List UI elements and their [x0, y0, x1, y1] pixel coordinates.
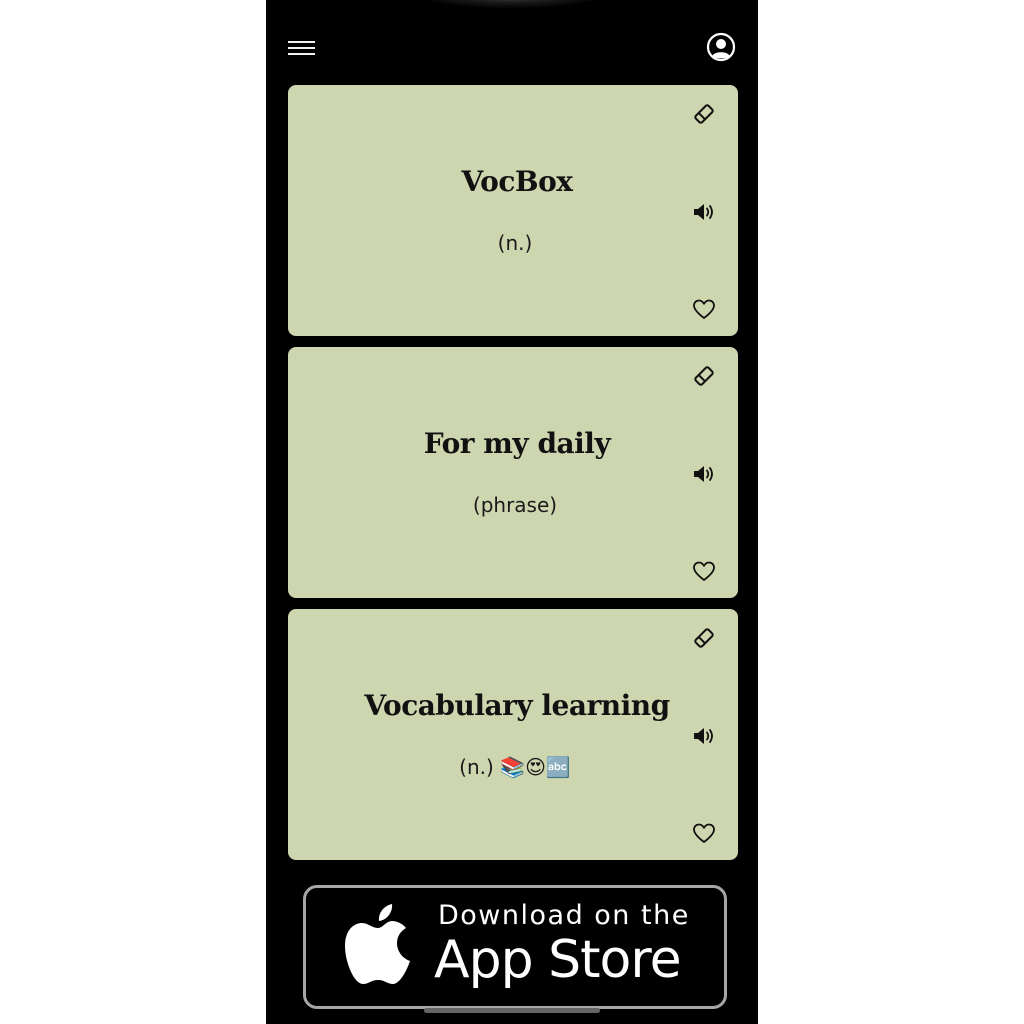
speaker-icon [694, 204, 713, 220]
camera-notch [416, 0, 606, 8]
card-title: Vocabulary learning [364, 689, 670, 722]
heart-icon [693, 299, 715, 319]
card-part-of-speech: (phrase) [472, 493, 558, 517]
eraser-icon [694, 104, 714, 124]
heart-icon [693, 823, 715, 843]
favorite-button[interactable] [691, 820, 717, 846]
home-indicator [424, 1008, 600, 1013]
app-store-line1: Download on the [438, 900, 690, 931]
speaker-icon [694, 728, 713, 744]
word-card[interactable]: For my daily (phrase) [288, 347, 738, 598]
menu-button[interactable] [286, 33, 318, 61]
pronounce-button[interactable] [691, 461, 717, 487]
card-title: For my daily [423, 427, 611, 460]
card-part-of-speech: (n.) [497, 231, 533, 255]
menu-line [288, 53, 315, 55]
apple-logo-icon [345, 904, 410, 984]
eraser-icon [694, 366, 714, 386]
edit-button[interactable] [691, 363, 717, 389]
eraser-icon [694, 628, 714, 648]
favorite-button[interactable] [691, 558, 717, 584]
speaker-icon [694, 466, 713, 482]
favorite-button[interactable] [691, 296, 717, 322]
word-card[interactable]: VocBox (n.) [288, 85, 738, 336]
pronounce-button[interactable] [691, 723, 717, 749]
card-title: VocBox [461, 165, 573, 198]
edit-button[interactable] [691, 101, 717, 127]
profile-button[interactable] [706, 32, 736, 62]
menu-line [288, 47, 315, 49]
heart-icon [693, 561, 715, 581]
pronounce-button[interactable] [691, 199, 717, 225]
edit-button[interactable] [691, 625, 717, 651]
app-store-badge-button[interactable]: Download on the App Store [303, 885, 727, 1009]
app-store-line2: App Store [434, 930, 682, 990]
user-circle-icon [706, 32, 736, 62]
app-screen: VocBox (n.) For my daily (phrase) Vocabu… [266, 0, 758, 1024]
card-part-of-speech: (n.) 📚😍🔤 [459, 755, 571, 779]
word-card[interactable]: Vocabulary learning (n.) 📚😍🔤 [288, 609, 738, 860]
menu-line [288, 41, 315, 43]
